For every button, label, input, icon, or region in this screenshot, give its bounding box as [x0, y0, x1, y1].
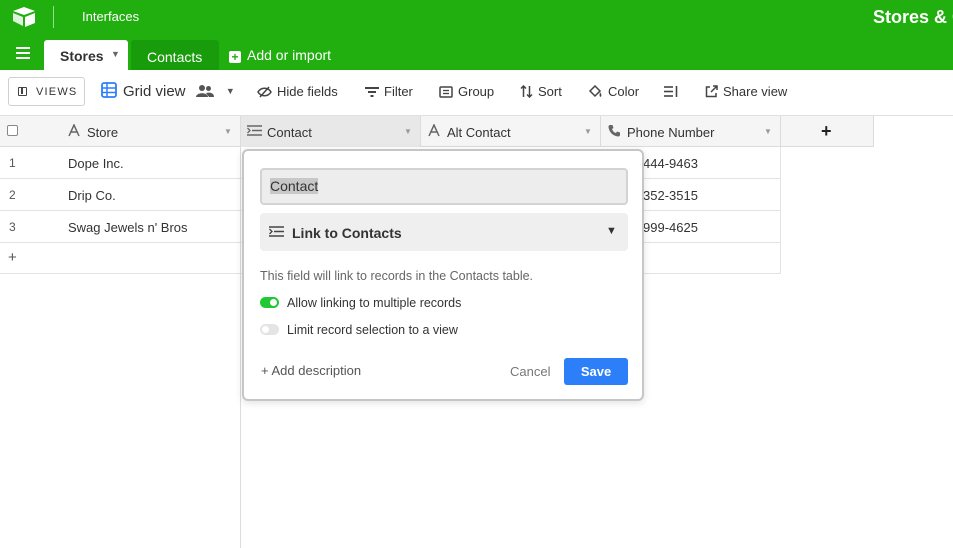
- phone-cell[interactable]: 352-3515: [643, 188, 698, 203]
- views-label: VIEWS: [36, 86, 78, 98]
- collaborators-icon: [195, 85, 214, 97]
- field-config-popup: Contact Link to Contacts ▼ This field wi…: [242, 149, 644, 401]
- group-button[interactable]: Group: [439, 84, 494, 99]
- allow-multiple-label: Allow linking to multiple records: [287, 296, 462, 310]
- views-button[interactable]: VIEWS: [8, 77, 85, 106]
- column-label-store: Store: [87, 125, 119, 140]
- caret-down-icon[interactable]: ▼: [111, 49, 120, 59]
- filter-icon: [365, 87, 379, 97]
- column-label-alt-contact: Alt Contact: [447, 125, 511, 140]
- group-icon: [439, 86, 453, 98]
- add-or-import-button[interactable]: + Add or import: [229, 47, 331, 63]
- view-toolbar: VIEWS Grid view ▼ Hide fields Filter Gro…: [0, 70, 953, 116]
- select-all-checkbox[interactable]: [7, 125, 18, 136]
- plus-icon: +: [821, 121, 832, 141]
- table-tab-bar: Stores ▼ Contacts + Add or import: [0, 36, 953, 70]
- column-header-alt-contact[interactable]: Alt Contact ▼: [421, 116, 601, 147]
- sort-button[interactable]: Sort: [520, 84, 562, 99]
- airtable-logo-icon[interactable]: [12, 6, 36, 28]
- add-description-button[interactable]: + Add description: [261, 363, 361, 378]
- text-field-icon: [428, 124, 440, 137]
- hide-fields-label: Hide fields: [277, 84, 338, 99]
- menu-icon[interactable]: [16, 47, 30, 59]
- add-or-import-label: Add or import: [247, 47, 332, 63]
- column-label-contact: Contact: [267, 125, 312, 140]
- grid-view-selector[interactable]: Grid view ▼: [101, 82, 235, 100]
- filter-button[interactable]: Filter: [365, 84, 413, 99]
- save-button[interactable]: Save: [564, 358, 628, 385]
- group-label: Group: [458, 84, 495, 99]
- phone-icon: [608, 125, 620, 137]
- tab-contacts-label: Contacts: [147, 49, 203, 65]
- allow-multiple-option[interactable]: Allow linking to multiple records: [260, 296, 461, 310]
- filter-label: Filter: [384, 84, 413, 99]
- phone-cell[interactable]: 444-9463: [643, 156, 698, 171]
- row-height-icon: [664, 86, 678, 97]
- sort-icon: [520, 84, 533, 99]
- field-name-input[interactable]: Contact: [260, 168, 628, 205]
- sidebar-toggle-icon: [18, 87, 27, 96]
- tab-stores[interactable]: Stores ▼: [44, 40, 128, 70]
- limit-to-view-toggle[interactable]: [260, 324, 279, 335]
- interfaces-link[interactable]: Interfaces: [82, 9, 139, 24]
- select-all-cell: [0, 116, 55, 147]
- caret-down-icon[interactable]: ▼: [404, 127, 412, 136]
- field-name-value: Contact: [270, 178, 319, 194]
- color-label: Color: [608, 84, 640, 99]
- column-header-contact[interactable]: Contact ▼: [241, 116, 421, 147]
- frozen-column-divider: [0, 147, 241, 548]
- cancel-button[interactable]: Cancel: [510, 364, 550, 379]
- tab-stores-label: Stores: [60, 48, 104, 64]
- base-title[interactable]: Stores & C: [873, 7, 953, 28]
- share-view-label: Share view: [723, 84, 788, 99]
- column-divider: [780, 147, 781, 274]
- column-header-store[interactable]: Store ▼: [55, 116, 241, 147]
- color-button[interactable]: Color: [588, 84, 639, 99]
- caret-down-icon[interactable]: ▼: [226, 86, 235, 96]
- link-field-icon: [247, 125, 262, 136]
- column-label-phone-number: Phone Number: [627, 125, 715, 140]
- column-header-phone-number[interactable]: Phone Number ▼: [601, 116, 781, 147]
- grid-header-row: Store ▼ Contact ▼ Alt Contact ▼ Phone Nu…: [0, 116, 874, 147]
- text-field-icon: [68, 124, 80, 137]
- field-type-description: This field will link to records in the C…: [260, 269, 534, 283]
- field-type-label: Link to Contacts: [292, 225, 402, 241]
- topbar-divider: [53, 6, 54, 28]
- phone-cell[interactable]: 999-4625: [643, 220, 698, 235]
- caret-down-icon[interactable]: ▼: [764, 127, 772, 136]
- sort-label: Sort: [538, 84, 562, 99]
- app-top-bar: Interfaces Stores & C: [0, 0, 953, 36]
- paint-bucket-icon: [588, 84, 602, 98]
- field-type-select[interactable]: Link to Contacts ▼: [260, 213, 628, 251]
- add-column-button[interactable]: +: [781, 116, 874, 147]
- grid-view-icon: [101, 82, 117, 98]
- link-field-icon: [269, 226, 284, 237]
- eye-slash-icon: [257, 86, 272, 98]
- plus-icon: +: [229, 51, 241, 63]
- tab-contacts[interactable]: Contacts: [131, 40, 219, 70]
- caret-down-icon[interactable]: ▼: [224, 127, 232, 136]
- share-icon: [705, 85, 718, 98]
- grid-view-label: Grid view: [123, 83, 186, 100]
- caret-down-icon[interactable]: ▼: [584, 127, 592, 136]
- row-height-button[interactable]: [664, 84, 683, 99]
- caret-down-icon: ▼: [606, 225, 617, 237]
- allow-multiple-toggle[interactable]: [260, 297, 279, 308]
- hide-fields-button[interactable]: Hide fields: [257, 84, 338, 99]
- limit-to-view-option[interactable]: Limit record selection to a view: [260, 323, 458, 337]
- share-view-button[interactable]: Share view: [705, 84, 787, 99]
- limit-to-view-label: Limit record selection to a view: [287, 323, 458, 337]
